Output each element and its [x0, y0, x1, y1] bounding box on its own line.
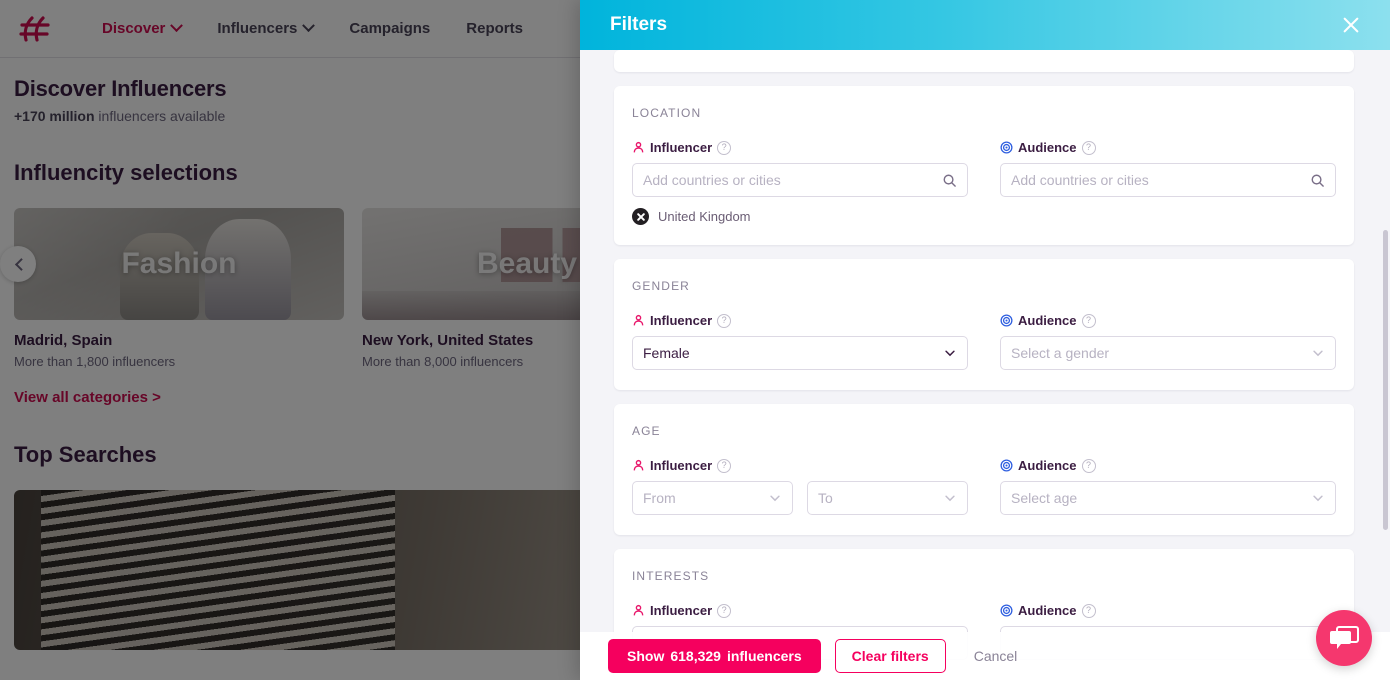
- field-label-text: Audience: [1018, 458, 1077, 473]
- filters-panel: Filters LOCATION Influencer: [580, 0, 1390, 680]
- show-suffix: influencers: [727, 648, 802, 664]
- search-icon[interactable]: [942, 173, 957, 188]
- field-label-text: Audience: [1018, 313, 1077, 328]
- panel-scrollbar[interactable]: [1383, 230, 1388, 530]
- input-placeholder: Add countries or cities: [1011, 172, 1302, 188]
- screen: Discover Influencers Campaigns Reports D…: [0, 0, 1390, 680]
- select-placeholder: Select age: [1011, 490, 1303, 506]
- remove-circle-icon[interactable]: [632, 208, 649, 225]
- field-label-audience: Audience ?: [1000, 140, 1336, 155]
- help-circle-icon[interactable]: ?: [717, 459, 731, 473]
- filters-panel-title: Filters: [610, 14, 667, 36]
- help-circle-icon[interactable]: ?: [717, 314, 731, 328]
- field-label-text: Audience: [1018, 140, 1077, 155]
- search-icon[interactable]: [1310, 173, 1325, 188]
- field-label-text: Influencer: [650, 603, 712, 618]
- input-placeholder: Add countries or cities: [643, 172, 934, 188]
- help-circle-icon[interactable]: ?: [1082, 314, 1096, 328]
- person-icon: [632, 314, 645, 327]
- filters-scroll-area[interactable]: LOCATION Influencer ? Add countries: [580, 50, 1390, 680]
- show-influencers-button[interactable]: Show 618,329 influencers: [608, 639, 821, 673]
- field-label-audience: Audience ?: [1000, 458, 1336, 473]
- gender-influencer-group: Influencer ? Female: [632, 313, 968, 370]
- person-icon: [632, 141, 645, 154]
- help-circle-icon[interactable]: ?: [1082, 604, 1096, 618]
- target-icon: [1000, 604, 1013, 617]
- field-label-text: Influencer: [650, 313, 712, 328]
- chevron-down-icon[interactable]: [943, 346, 957, 360]
- chat-bubbles-icon[interactable]: [1316, 610, 1372, 666]
- field-label-audience: Audience ?: [1000, 603, 1336, 618]
- age-audience-group: Audience ? Select age: [1000, 458, 1336, 515]
- clear-filters-button[interactable]: Clear filters: [835, 639, 946, 673]
- select-value: Female: [643, 345, 935, 361]
- age-influencer-to-select[interactable]: To: [807, 481, 968, 515]
- location-influencer-input[interactable]: Add countries or cities: [632, 163, 968, 197]
- help-circle-icon[interactable]: ?: [1082, 141, 1096, 155]
- age-audience-select[interactable]: Select age: [1000, 481, 1336, 515]
- age-influencer-group: Influencer ? From To: [632, 458, 968, 515]
- field-label-text: Influencer: [650, 458, 712, 473]
- section-label: GENDER: [632, 279, 1336, 293]
- chevron-down-icon[interactable]: [943, 491, 957, 505]
- chevron-down-icon[interactable]: [768, 491, 782, 505]
- filter-section-location: LOCATION Influencer ? Add countries: [614, 86, 1354, 245]
- location-audience-input[interactable]: Add countries or cities: [1000, 163, 1336, 197]
- location-audience-group: Audience ? Add countries or cities: [1000, 140, 1336, 225]
- person-icon: [632, 604, 645, 617]
- help-circle-icon[interactable]: ?: [717, 604, 731, 618]
- field-label-influencer: Influencer ?: [632, 458, 968, 473]
- select-placeholder: Select a gender: [1011, 345, 1303, 361]
- gender-audience-group: Audience ? Select a gender: [1000, 313, 1336, 370]
- cancel-button[interactable]: Cancel: [960, 639, 1032, 673]
- section-label: AGE: [632, 424, 1336, 438]
- filter-section-age: AGE Influencer ? F: [614, 404, 1354, 535]
- gender-audience-select[interactable]: Select a gender: [1000, 336, 1336, 370]
- select-placeholder: To: [818, 490, 935, 506]
- filter-section-gender: GENDER Influencer ? Female: [614, 259, 1354, 390]
- target-icon: [1000, 314, 1013, 327]
- person-icon: [632, 459, 645, 472]
- target-icon: [1000, 141, 1013, 154]
- location-influencer-chip: United Kingdom: [632, 208, 968, 225]
- help-circle-icon[interactable]: ?: [1082, 459, 1096, 473]
- help-circle-icon[interactable]: ?: [717, 141, 731, 155]
- chevron-down-icon[interactable]: [1311, 346, 1325, 360]
- section-label: INTERESTS: [632, 569, 1336, 583]
- filter-section-partial: [614, 50, 1354, 72]
- filters-panel-footer: Show 618,329 influencers Clear filters C…: [580, 632, 1390, 680]
- field-label-influencer: Influencer ?: [632, 140, 968, 155]
- field-label-influencer: Influencer ?: [632, 603, 968, 618]
- filters-panel-header: Filters: [580, 0, 1390, 50]
- chip-label: United Kingdom: [658, 209, 751, 224]
- target-icon: [1000, 459, 1013, 472]
- location-influencer-group: Influencer ? Add countries or cities: [632, 140, 968, 225]
- chevron-down-icon[interactable]: [1311, 491, 1325, 505]
- field-label-text: Audience: [1018, 603, 1077, 618]
- gender-influencer-select[interactable]: Female: [632, 336, 968, 370]
- age-influencer-from-select[interactable]: From: [632, 481, 793, 515]
- field-label-influencer: Influencer ?: [632, 313, 968, 328]
- field-label-text: Influencer: [650, 140, 712, 155]
- show-count: 618,329: [670, 648, 721, 664]
- section-label: LOCATION: [632, 106, 1336, 120]
- close-icon[interactable]: [1338, 12, 1364, 38]
- select-placeholder: From: [643, 490, 760, 506]
- show-prefix: Show: [627, 648, 664, 664]
- field-label-audience: Audience ?: [1000, 313, 1336, 328]
